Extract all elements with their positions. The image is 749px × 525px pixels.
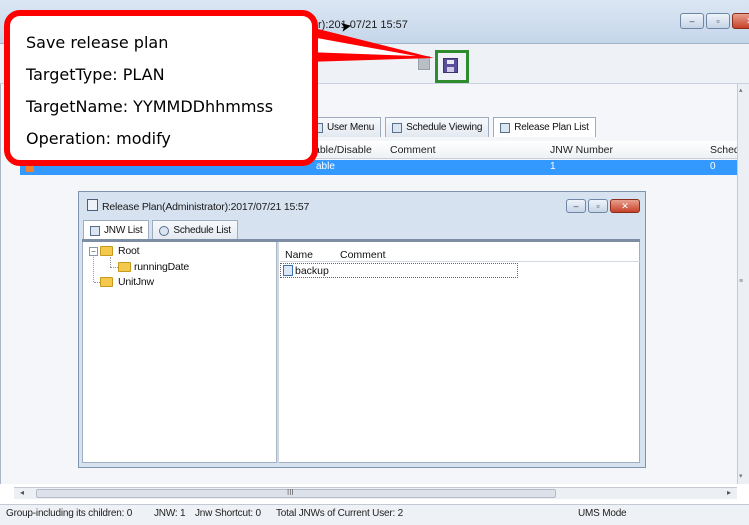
tree-line bbox=[110, 257, 111, 267]
jnw-list-icon bbox=[90, 225, 100, 236]
callout-line: Operation: modify bbox=[26, 129, 171, 148]
scroll-down-icon[interactable]: ▾ bbox=[739, 472, 743, 480]
tab-label: Schedule Viewing bbox=[406, 122, 483, 133]
tab-label: User Menu bbox=[327, 122, 375, 133]
schedule-viewing-icon bbox=[392, 122, 403, 133]
column-comment[interactable]: Comment bbox=[390, 144, 436, 156]
tab-label: Release Plan List bbox=[514, 122, 589, 133]
mouse-cursor-icon: ➤ bbox=[338, 17, 353, 35]
release-plan-icon bbox=[87, 199, 98, 211]
cell-enable: able bbox=[316, 161, 335, 172]
scroll-left-icon[interactable]: ◂ bbox=[20, 488, 24, 497]
annotation-callout: Save release plan TargetType: PLAN Targe… bbox=[4, 10, 318, 166]
tab-label: Schedule List bbox=[173, 225, 231, 236]
callout-line: Save release plan bbox=[26, 33, 169, 52]
dialog-title: Release Plan(Administrator):2017/07/21 1… bbox=[102, 201, 310, 213]
folder-icon bbox=[100, 277, 113, 287]
status-jnw-shortcut: Jnw Shortcut: 0 bbox=[195, 508, 261, 519]
tree-item-unitjnw[interactable]: UnitJnw bbox=[118, 276, 154, 288]
maximize-button[interactable]: ▫ bbox=[706, 13, 730, 29]
tab-jnw-list[interactable]: JNW List bbox=[83, 220, 150, 240]
callout-line: TargetName: YYMMDDhhmmss bbox=[26, 97, 274, 116]
column-jnw-number[interactable]: JNW Number bbox=[550, 144, 613, 156]
tree-line bbox=[93, 257, 94, 282]
dialog-maximize-button[interactable]: ▫ bbox=[588, 199, 608, 213]
column-comment[interactable]: Comment bbox=[340, 249, 386, 261]
callout-pointer bbox=[306, 26, 434, 62]
cell-jnw-number: 1 bbox=[550, 161, 556, 172]
dialog-window-controls: – ▫ ✕ bbox=[566, 199, 640, 213]
tab-schedule-list[interactable]: Schedule List bbox=[152, 220, 238, 240]
tab-schedule-viewing[interactable]: Schedule Viewing bbox=[385, 117, 490, 137]
tree-item-root[interactable]: Root bbox=[118, 245, 140, 257]
scroll-up-icon[interactable]: ▴ bbox=[739, 86, 743, 94]
outer-window-controls: – ▫ ✕ bbox=[680, 13, 749, 29]
tree-item-runningdate[interactable]: runningDate bbox=[134, 261, 189, 273]
list-header-divider bbox=[280, 261, 640, 262]
dialog-tabs: JNW List Schedule List bbox=[83, 220, 238, 240]
close-button[interactable]: ✕ bbox=[732, 13, 749, 29]
status-total: Total JNWs of Current User: 2 bbox=[276, 508, 404, 519]
scroll-grip-icon: III bbox=[287, 488, 294, 497]
minimize-button[interactable]: – bbox=[680, 13, 704, 29]
schedule-list-icon bbox=[159, 225, 170, 236]
status-group-info: Group-including its children: 0 bbox=[6, 508, 133, 519]
list-item-name: backup bbox=[295, 265, 329, 277]
save-highlight-box bbox=[435, 50, 469, 83]
dialog-minimize-button[interactable]: – bbox=[566, 199, 586, 213]
column-enable[interactable]: able/Disable bbox=[314, 144, 372, 156]
status-mode: UMS Mode bbox=[578, 508, 627, 519]
collapse-icon[interactable]: − bbox=[89, 247, 98, 256]
main-tabs: User Menu Schedule Viewing Release Plan … bbox=[306, 117, 596, 137]
pane-splitter[interactable] bbox=[276, 242, 279, 463]
release-list-header: able/Disable Comment JNW Number Sched bbox=[306, 141, 740, 159]
tab-label: JNW List bbox=[104, 225, 143, 236]
scroll-grip-icon[interactable]: ≡ bbox=[739, 278, 743, 285]
callout-line: TargetType: PLAN bbox=[26, 65, 165, 84]
cell-sched: 0 bbox=[710, 161, 716, 172]
status-jnw: JNW: 1 bbox=[154, 508, 186, 519]
folder-icon bbox=[118, 262, 131, 272]
dialog-close-button[interactable]: ✕ bbox=[610, 199, 640, 213]
scroll-right-icon[interactable]: ▸ bbox=[727, 488, 731, 497]
column-sched[interactable]: Sched bbox=[710, 144, 740, 156]
release-plan-icon bbox=[500, 122, 511, 133]
column-name[interactable]: Name bbox=[285, 249, 313, 261]
dialog-divider bbox=[82, 239, 640, 242]
horizontal-scroll-thumb[interactable] bbox=[36, 489, 556, 498]
tree-line bbox=[110, 267, 118, 268]
tab-release-plan-list[interactable]: Release Plan List bbox=[493, 117, 596, 137]
folder-icon bbox=[100, 246, 113, 256]
jnw-icon bbox=[283, 265, 293, 276]
